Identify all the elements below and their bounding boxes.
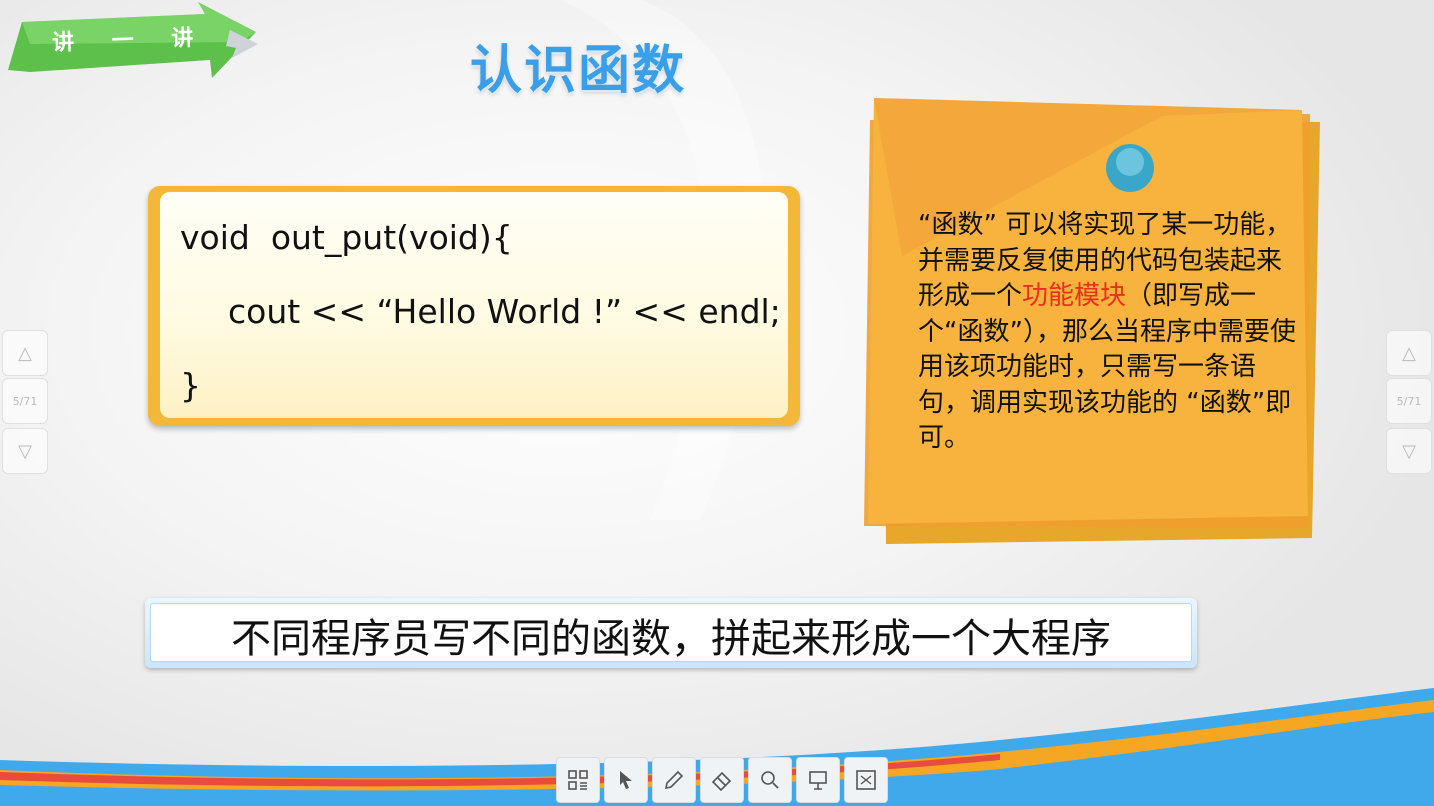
pen-button[interactable] [652, 757, 696, 803]
zoom-button[interactable] [748, 757, 792, 803]
page-label-left: 5/71 [12, 394, 38, 408]
grid-button[interactable] [556, 757, 600, 803]
presentation-toolbar [556, 757, 888, 803]
chevron-down-icon: ▽ [1402, 440, 1416, 462]
chevron-up-icon: △ [1402, 342, 1416, 364]
grid-icon [568, 770, 588, 790]
pointer-button[interactable] [604, 757, 648, 803]
presentation-button[interactable] [844, 757, 888, 803]
banner-char-2: 一 [111, 28, 137, 54]
summary-text: 不同程序员写不同的函数，拼起来形成一个大程序 [231, 616, 1111, 662]
prev-page-button-right[interactable]: △ [1386, 330, 1432, 376]
note-text: “函数” 可以将实现了某一功能，并需要反复使用的代码包装起来形成一个功能模块（即… [918, 208, 1298, 457]
eraser-button[interactable] [700, 757, 744, 803]
page-title: 认识函数 [470, 41, 687, 101]
banner-char-1: 讲 [51, 30, 77, 56]
prev-page-button-left[interactable]: △ [2, 330, 48, 376]
page-indicator-left: 5/71 [2, 378, 48, 424]
next-page-button-right[interactable]: ▽ [1386, 428, 1432, 474]
presentation-icon [856, 770, 876, 790]
chevron-down-icon: ▽ [18, 440, 32, 462]
code-box: void out_put(void){ cout << “Hello World… [148, 186, 800, 426]
code-line-3: } [180, 366, 201, 405]
code-line-2: cout << “Hello World !” << endl; [228, 292, 781, 331]
chevron-up-icon: △ [18, 342, 32, 364]
banner-char-3: 讲 [171, 25, 196, 52]
page-label-right: 5/71 [1396, 394, 1422, 408]
pen-icon [664, 770, 684, 790]
page-indicator-right: 5/71 [1386, 378, 1432, 424]
search-icon [761, 771, 779, 789]
banner-label: 讲 一 讲 [51, 19, 221, 57]
eraser-icon [711, 771, 732, 792]
note-highlight: 功能模块 [1022, 281, 1127, 311]
pointer-icon [620, 771, 632, 789]
board-button[interactable] [796, 757, 840, 803]
summary-banner: 不同程序员写不同的函数，拼起来形成一个大程序 [145, 598, 1197, 668]
next-page-button-left[interactable]: ▽ [2, 428, 48, 474]
board-icon [809, 771, 827, 790]
code-line-1: void out_put(void){ [180, 218, 513, 257]
